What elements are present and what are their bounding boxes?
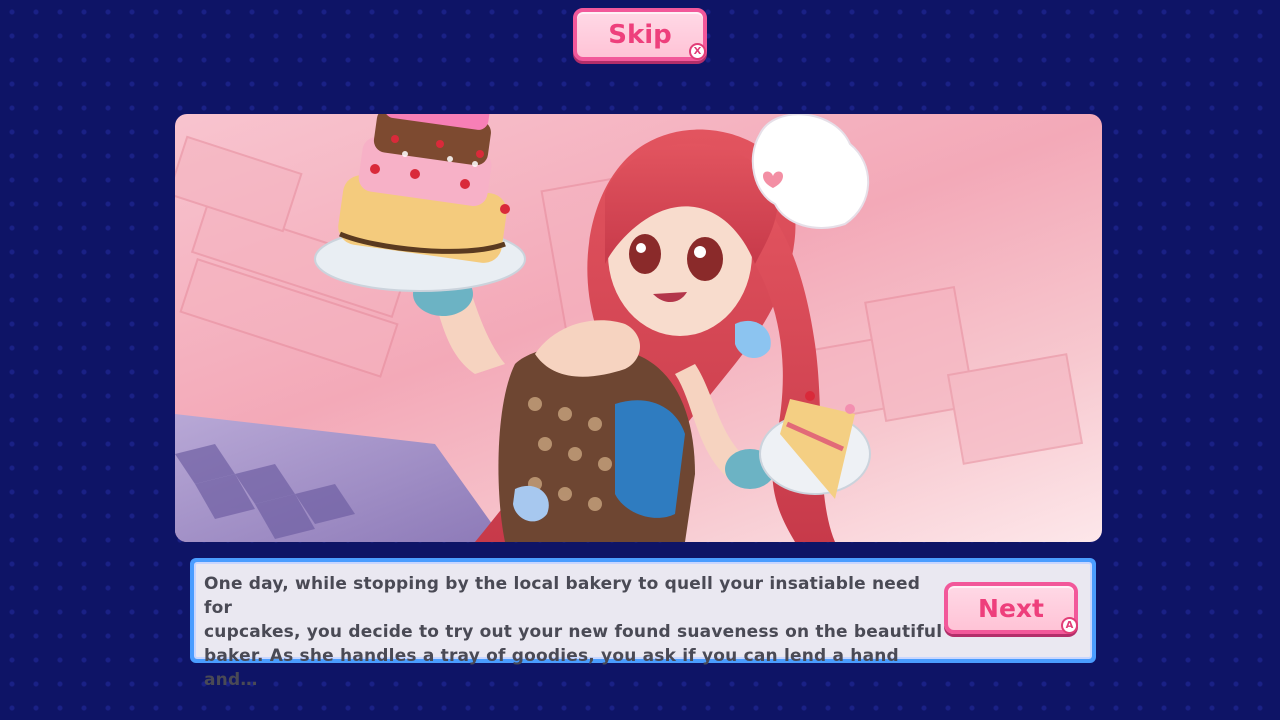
story-cg-image [175, 114, 1102, 542]
a-key-hint-icon: A [1061, 617, 1078, 634]
next-button[interactable]: Next [944, 582, 1078, 634]
next-button-label: Next [978, 593, 1044, 623]
skip-button[interactable]: Skip [573, 8, 707, 61]
x-key-hint-icon: X [689, 43, 706, 60]
next-key-label: A [1065, 620, 1074, 631]
skip-key-label: X [693, 46, 702, 57]
dialog-text: One day, while stopping by the local bak… [204, 574, 943, 690]
baker-illustration [175, 114, 1084, 542]
skip-button-label: Skip [608, 19, 672, 50]
